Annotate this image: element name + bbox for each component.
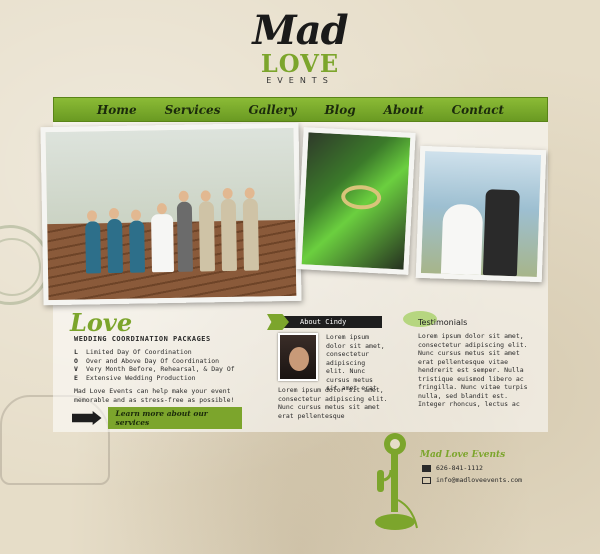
site-logo[interactable]: Mad LOVE EVENTS — [0, 10, 600, 86]
list-item: L Limited Day Of Coordination — [74, 348, 192, 356]
wedding-party-photo — [40, 122, 302, 306]
contact-title: Mad Love Events — [420, 450, 506, 460]
learn-more-link[interactable]: Learn more about our services — [72, 407, 242, 429]
list-item: V Very Month Before, Rehearsal, & Day Of — [74, 365, 235, 373]
avatar — [278, 333, 318, 381]
contact-email[interactable]: info@madloveevents.com — [422, 476, 522, 484]
main-nav: Home Services Gallery Blog About Contact — [53, 97, 548, 122]
phone-icon — [422, 464, 431, 472]
packages-list: L Limited Day Of Coordination O Over and… — [74, 348, 259, 382]
about-text-side: Lorem ipsum dolor sit amet, consectetur … — [326, 333, 385, 392]
testimonials-title: Testimonials — [418, 318, 468, 327]
about-text-below: Lorem ipsum dolor sit amet, consectetur … — [278, 386, 388, 420]
love-title: Love — [70, 308, 133, 337]
vintage-phone-icon — [375, 433, 418, 530]
logo-love: LOVE — [260, 49, 340, 78]
wedding-rings-photo — [296, 127, 416, 275]
nav-contact[interactable]: Contact — [452, 103, 504, 117]
logo-mad: Mad — [252, 7, 348, 54]
list-item: O Over and Above Day Of Coordination — [74, 356, 220, 365]
learn-more-button[interactable]: Learn more about our services — [107, 407, 242, 429]
nav-home[interactable]: Home — [97, 103, 137, 117]
contact-phone: 626-841-1112 — [422, 464, 483, 472]
nav-services[interactable]: Services — [165, 103, 221, 117]
pointing-hand-icon — [72, 411, 102, 425]
testimonials-text: Lorem ipsum dolor sit amet, consectetur … — [418, 332, 528, 408]
nav-about[interactable]: About — [384, 103, 424, 117]
bride-groom-photo — [415, 145, 547, 283]
love-description: Mad Love Events can help make your event… — [74, 387, 235, 404]
nav-gallery[interactable]: Gallery — [248, 103, 296, 117]
email-icon — [422, 476, 431, 484]
packages-subtitle: WEDDING COORDINATION PACKAGES — [74, 335, 211, 343]
logo-events: EVENTS — [266, 76, 334, 85]
nav-blog[interactable]: Blog — [325, 103, 356, 117]
list-item: E Extensive Wedding Production — [74, 373, 196, 382]
